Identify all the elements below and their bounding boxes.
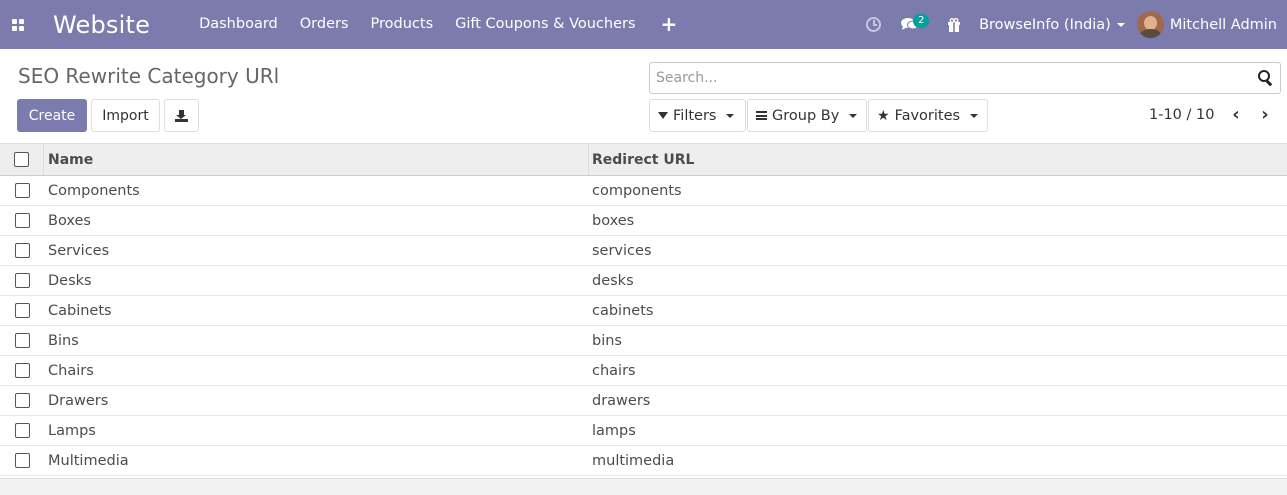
cell-url: chairs xyxy=(592,362,636,379)
cell-url: multimedia xyxy=(592,452,675,469)
cell-name: Desks xyxy=(48,272,92,289)
row-checkbox[interactable] xyxy=(14,393,30,408)
cell-name: Services xyxy=(48,242,110,259)
page-title: SEO Rewrite Category URl xyxy=(18,64,280,88)
cell-url: bins xyxy=(592,332,622,349)
pager-previous-icon[interactable]: ‹ xyxy=(1228,106,1244,125)
avatar xyxy=(1136,11,1164,38)
menu-dashboard[interactable]: Dashboard xyxy=(188,0,289,49)
groupby-dropdown[interactable]: Group By xyxy=(747,99,867,132)
table-row[interactable]: Bins bins xyxy=(0,326,1287,356)
chevron-down-icon xyxy=(849,113,858,118)
row-checkbox[interactable] xyxy=(14,183,30,198)
groupby-label: Group By xyxy=(772,107,840,124)
download-icon xyxy=(175,109,188,122)
cell-name: Drawers xyxy=(48,392,109,409)
header-redirect-url[interactable]: Redirect URL xyxy=(589,152,694,168)
list-table: Name Redirect URL Components components … xyxy=(0,143,1287,476)
cell-name: Lamps xyxy=(48,422,96,439)
search-icon[interactable] xyxy=(1258,70,1274,87)
row-checkbox[interactable] xyxy=(14,423,30,438)
table-row[interactable]: Lamps lamps xyxy=(0,416,1287,446)
chevron-down-icon xyxy=(1116,22,1125,27)
table-body: Components components Boxes boxes Servic… xyxy=(0,176,1287,476)
company-switcher[interactable]: BrowseInfo (India) xyxy=(971,17,1137,33)
chat-count-badge: 2 xyxy=(913,14,930,28)
select-all-cell xyxy=(0,144,44,175)
cell-url: lamps xyxy=(592,422,636,439)
cell-name: Multimedia xyxy=(48,452,129,469)
cell-url: components xyxy=(592,182,682,199)
select-all-checkbox[interactable] xyxy=(14,152,29,167)
menu-gift-coupons[interactable]: Gift Coupons & Vouchers xyxy=(444,0,646,49)
row-checkbox[interactable] xyxy=(14,333,30,348)
cell-url: drawers xyxy=(592,392,651,409)
table-row[interactable]: Chairs chairs xyxy=(0,356,1287,386)
table-row[interactable]: Components components xyxy=(0,176,1287,206)
favorites-label: Favorites xyxy=(894,107,961,124)
header-name[interactable]: Name xyxy=(44,144,589,175)
gift-icon[interactable] xyxy=(937,0,971,49)
table-row[interactable]: Cabinets cabinets xyxy=(0,296,1287,326)
cell-url: cabinets xyxy=(592,302,654,319)
user-menu[interactable]: Mitchell Admin xyxy=(1136,11,1287,38)
app-brand[interactable]: Website xyxy=(53,11,150,39)
list-icon xyxy=(756,111,767,120)
create-button[interactable]: Create xyxy=(17,99,87,132)
pager-next-icon[interactable]: › xyxy=(1257,106,1273,125)
menu-orders[interactable]: Orders xyxy=(289,0,360,49)
activity-clock-icon[interactable] xyxy=(856,0,891,49)
cell-name: Chairs xyxy=(48,362,94,379)
user-name: Mitchell Admin xyxy=(1169,16,1277,33)
top-navbar: Website Dashboard Orders Products Gift C… xyxy=(0,0,1287,49)
cell-name: Cabinets xyxy=(48,302,112,319)
cell-name: Bins xyxy=(48,332,79,349)
favorites-dropdown[interactable]: ★ Favorites xyxy=(868,99,988,132)
apps-menu-icon[interactable] xyxy=(0,0,36,49)
table-row[interactable]: Boxes boxes xyxy=(0,206,1287,236)
cell-url: desks xyxy=(592,272,634,289)
row-checkbox[interactable] xyxy=(14,453,30,468)
menu-products[interactable]: Products xyxy=(360,0,445,49)
star-icon: ★ xyxy=(877,107,890,124)
search-input[interactable] xyxy=(650,63,1240,93)
row-checkbox[interactable] xyxy=(14,273,30,288)
filters-label: Filters xyxy=(673,107,717,124)
row-checkbox[interactable] xyxy=(14,363,30,378)
chevron-down-icon xyxy=(726,113,735,118)
row-checkbox[interactable] xyxy=(14,213,30,228)
chevron-down-icon xyxy=(970,113,979,118)
row-checkbox[interactable] xyxy=(14,303,30,318)
navbar-systray: 2 BrowseInfo (India) Mitchell Admin xyxy=(856,0,1287,49)
table-footer xyxy=(0,478,1287,495)
company-name: BrowseInfo (India) xyxy=(979,16,1111,33)
cell-name: Components xyxy=(48,182,140,199)
filter-icon xyxy=(658,112,668,119)
cell-url: services xyxy=(592,242,652,259)
pager-value[interactable]: 1-10 / 10 xyxy=(1149,107,1214,123)
table-row[interactable]: Multimedia multimedia xyxy=(0,446,1287,476)
export-button[interactable] xyxy=(164,99,199,132)
import-button[interactable]: Import xyxy=(91,99,160,132)
row-checkbox[interactable] xyxy=(14,243,30,258)
cell-url: boxes xyxy=(592,212,635,229)
table-row[interactable]: Desks desks xyxy=(0,266,1287,296)
chat-icon[interactable]: 2 xyxy=(891,0,930,49)
filters-dropdown[interactable]: Filters xyxy=(649,99,746,132)
main-menu: Dashboard Orders Products Gift Coupons &… xyxy=(188,0,691,49)
table-row[interactable]: Drawers drawers xyxy=(0,386,1287,416)
add-menu-icon[interactable]: + xyxy=(647,0,692,49)
table-row[interactable]: Services services xyxy=(0,236,1287,266)
search-box xyxy=(649,62,1281,94)
table-header: Name Redirect URL xyxy=(0,143,1287,176)
cell-name: Boxes xyxy=(48,212,91,229)
